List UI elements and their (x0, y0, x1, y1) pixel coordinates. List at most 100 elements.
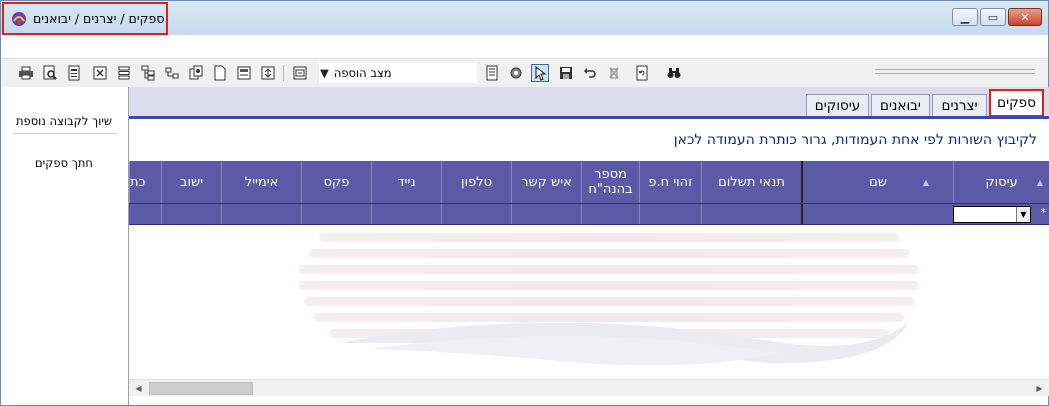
sidebar-item-add-group[interactable]: שיוך לקבוצה נוספת (5, 114, 123, 128)
column-header-company-id[interactable]: זהוי ח.פ (639, 161, 701, 203)
column-header-mobile[interactable]: נייד (371, 161, 441, 203)
filter-button[interactable] (291, 64, 309, 82)
edit-cursor-button[interactable] (531, 64, 549, 82)
subtree-icon (165, 67, 179, 79)
scroll-right-button[interactable]: ▶ (1031, 381, 1048, 396)
save-button[interactable] (557, 64, 575, 82)
toolbar-grip[interactable] (875, 69, 1035, 74)
tab-suppliers[interactable]: ספקים (989, 89, 1044, 117)
print-button[interactable] (17, 64, 35, 82)
list-icon (118, 66, 130, 80)
find-button[interactable] (665, 64, 683, 82)
column-header-label: פקס (323, 174, 350, 190)
new-row-marker: * (1040, 206, 1047, 219)
copy-icon (189, 65, 203, 80)
copy-button[interactable] (187, 64, 205, 82)
group-hint-text: לקיבוץ השורות לפי אחת העמודות, גרור כותר… (673, 132, 1037, 148)
layout-button[interactable] (235, 64, 253, 82)
column-header-contact[interactable]: איש קשר (511, 161, 581, 203)
minimize-button[interactable]: ▁ (952, 8, 978, 26)
tab-importers[interactable]: יבואנים (871, 94, 930, 116)
report-icon (68, 65, 80, 81)
binoculars-icon (667, 68, 681, 78)
delete-icon (609, 67, 619, 79)
fit-button[interactable] (259, 64, 277, 82)
horizontal-scrollbar[interactable]: ◀ ▶ (129, 379, 1049, 396)
column-header-occupation[interactable]: ▲ עיסוק (953, 161, 1049, 203)
column-header-email[interactable]: אימייל (221, 161, 301, 203)
column-header-city[interactable]: ישוב (161, 161, 221, 203)
column-header-label: נייד (397, 174, 416, 190)
cell-phone[interactable] (441, 204, 511, 224)
occupation-combo[interactable]: ▼ (953, 206, 1031, 223)
column-header-account-number[interactable]: מספר בהנה"ח (581, 161, 639, 203)
columns-icon (486, 65, 498, 81)
mode-dropdown[interactable]: מצב הוספה ▼ (319, 63, 477, 83)
columns-button[interactable] (483, 64, 501, 82)
grid-new-row[interactable]: ▼ * (129, 203, 1049, 225)
undo-button[interactable] (581, 64, 599, 82)
cell-fax[interactable] (301, 204, 371, 224)
new-document-button[interactable] (211, 64, 229, 82)
column-header-label: שם (869, 174, 887, 190)
save-icon (560, 67, 572, 79)
column-header-label: איש קשר (521, 174, 572, 190)
sidebar-item-supplier-cut[interactable]: חתך ספקים (5, 156, 123, 170)
tree-view-button[interactable] (139, 64, 157, 82)
column-header-label: טלפון (460, 174, 493, 190)
list-view-button[interactable] (115, 64, 133, 82)
tab-manufacturers[interactable]: יצרנים (932, 94, 987, 116)
chevron-down-icon: ▼ (320, 66, 329, 80)
print-preview-icon (43, 65, 57, 80)
report-button[interactable] (65, 64, 83, 82)
minimize-icon: ▁ (960, 10, 970, 24)
scrollbar-thumb[interactable] (149, 382, 253, 395)
mode-label: מצב הוספה (333, 66, 392, 80)
column-header-payment-terms[interactable]: תנאי תשלום (701, 161, 801, 203)
column-header-label: כת (130, 174, 146, 190)
cell-account-number[interactable] (581, 204, 639, 224)
combo-dropdown-button[interactable]: ▼ (1016, 207, 1030, 222)
close-button[interactable]: ✕ (1008, 8, 1042, 26)
arrow-right-icon: ▶ (1036, 384, 1043, 393)
sort-arrow-icon: ▲ (922, 178, 929, 187)
cell-company-id[interactable] (639, 204, 701, 224)
cell-name[interactable] (801, 204, 953, 224)
cell-city[interactable] (161, 204, 221, 224)
printer-icon (19, 66, 33, 80)
column-header-name[interactable]: ▲ שם (801, 161, 953, 203)
app-icon (11, 11, 27, 27)
column-header-fax[interactable]: פקס (301, 161, 371, 203)
column-header-phone[interactable]: טלפון (441, 161, 511, 203)
delete-button[interactable] (605, 64, 623, 82)
grid-body (129, 225, 1049, 379)
column-header-address[interactable]: כת (129, 161, 161, 203)
maximize-button[interactable]: ▭ (980, 8, 1006, 26)
menu-strip (1, 35, 1048, 59)
arrow-left-icon: ◀ (135, 384, 142, 393)
settings-button[interactable] (507, 64, 525, 82)
side-panel: שיוך לקבוצה נוספת חתך ספקים (1, 87, 128, 405)
cell-mobile[interactable] (371, 204, 441, 224)
new-document-icon (214, 65, 226, 81)
main-pane: ספקים יצרנים יבואנים עיסוקים לקיבוץ השור… (128, 87, 1049, 405)
subtree-button[interactable] (163, 64, 181, 82)
cell-email[interactable] (221, 204, 301, 224)
export-excel-button[interactable] (91, 64, 109, 82)
column-header-label: ישוב (179, 174, 204, 190)
group-by-area[interactable]: לקיבוץ השורות לפי אחת העמודות, גרור כותר… (129, 119, 1049, 161)
refresh-button[interactable] (633, 64, 651, 82)
cell-contact[interactable] (511, 204, 581, 224)
column-header-label: מספר בהנה"ח (588, 167, 633, 197)
close-icon: ✕ (1020, 10, 1030, 24)
cell-payment-terms[interactable] (701, 204, 801, 224)
column-header-label: עיסוק (985, 174, 1018, 190)
settings-icon (510, 67, 522, 79)
maximize-icon: ▭ (987, 10, 999, 24)
fit-icon (261, 66, 275, 80)
window-title: ספקים / יצרנים / יבואנים (33, 11, 165, 26)
scroll-left-button[interactable]: ◀ (130, 381, 147, 396)
layout-icon (237, 66, 251, 80)
tab-occupations[interactable]: עיסוקים (806, 94, 869, 116)
print-preview-button[interactable] (41, 64, 59, 82)
